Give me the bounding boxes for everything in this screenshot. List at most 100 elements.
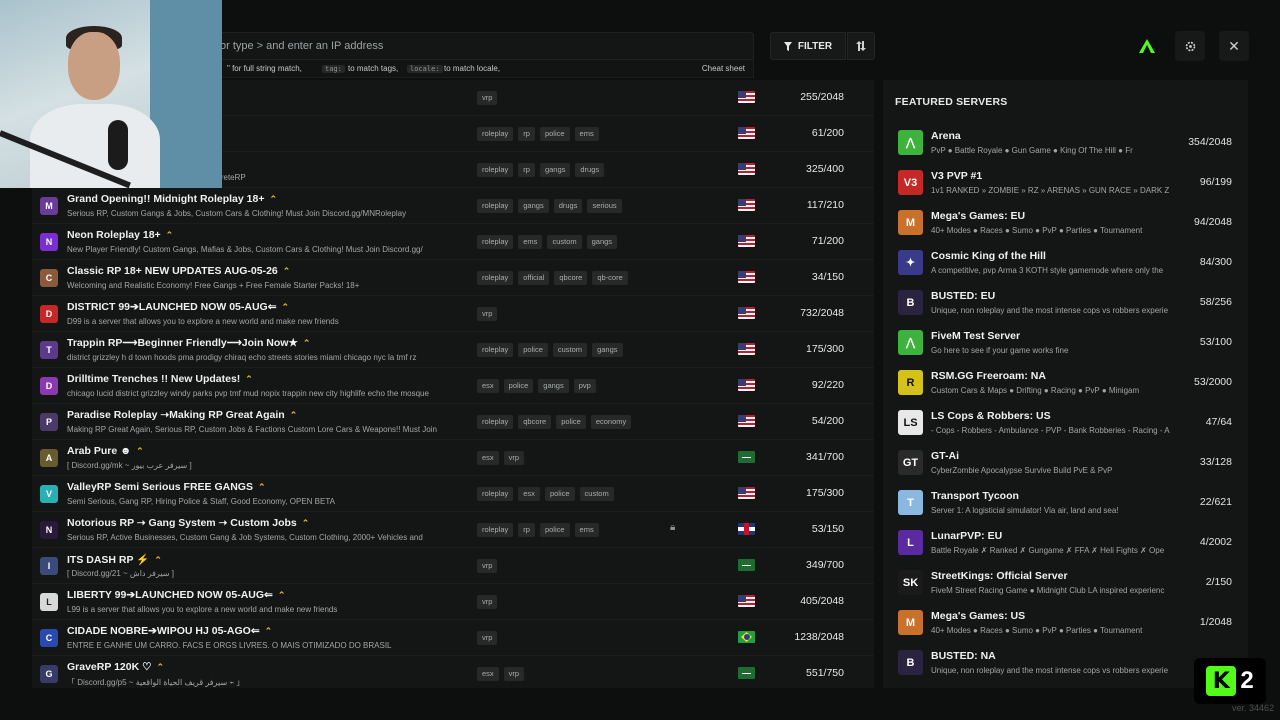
tag-chip[interactable]: rp — [518, 163, 535, 177]
server-row[interactable]: A Arab Pure ☻ ⌃ [ Discord.gg/mk ~ سيرفر عرب… — [32, 440, 874, 476]
tag-chip[interactable]: roleplay — [477, 163, 514, 177]
featured-server-description: CyberZombie Apocalypse Survive Build PvE… — [931, 466, 1113, 475]
lock-icon: 🔒︎ — [670, 522, 676, 533]
featured-server-name: Transport Tycoon — [931, 490, 1019, 502]
tag-chip[interactable]: police — [556, 415, 586, 429]
featured-server-row[interactable]: LS LS Cops & Robbers: US - Cops - Robbers … — [883, 404, 1248, 444]
server-tags: esx vrp — [477, 667, 525, 681]
featured-server-row[interactable]: M Mega's Games: US 40+ Modes ● Races ● Sum… — [883, 604, 1248, 644]
tag-chip[interactable]: economy — [590, 415, 632, 429]
tag-chip[interactable]: drugs — [575, 163, 605, 177]
featured-player-count: 354/2048 — [1188, 136, 1232, 148]
tag-chip[interactable]: roleplay — [477, 271, 514, 285]
filter-button[interactable]: FILTER — [770, 32, 846, 60]
sort-button[interactable] — [847, 32, 875, 60]
tag-chip[interactable]: police — [503, 379, 534, 393]
server-row[interactable]: I ITS DASH RP ⚡ ⌃ [ Discord.gg/21 ~ سيرفر د… — [32, 548, 874, 584]
featured-server-icon: SK — [898, 570, 923, 595]
cheat-sheet-link[interactable]: Cheat sheet — [702, 64, 745, 73]
tag-chip[interactable]: roleplay — [477, 415, 514, 429]
tag-chip[interactable]: serious — [587, 199, 622, 213]
tag-chip[interactable]: esx — [518, 487, 540, 501]
tag-chip[interactable]: vrp — [477, 631, 498, 645]
tag-chip[interactable]: roleplay — [477, 199, 514, 213]
tag-chip[interactable]: roleplay — [477, 523, 514, 537]
server-row[interactable]: C CIDADE NOBRE➔WIPOU HJ 05-AGO⇐ ⌃ ENTRE E G… — [32, 620, 874, 656]
server-row[interactable]: M Grand Opening!! Midnight Roleplay 18+ ⌃ S… — [32, 188, 874, 224]
featured-server-icon: B — [898, 290, 923, 315]
tag-chip[interactable]: rp — [518, 127, 535, 141]
tag-chip[interactable]: gangs — [538, 379, 569, 393]
tag-chip[interactable]: vrp — [477, 307, 498, 321]
tag-chip[interactable]: ems — [574, 127, 599, 141]
gear-icon[interactable] — [1175, 31, 1205, 61]
tag-chip[interactable]: esx — [477, 379, 499, 393]
tag-chip[interactable]: vrp — [503, 451, 525, 465]
tag-chip[interactable]: qbcore — [554, 271, 588, 285]
tag-chip[interactable]: vrp — [503, 667, 525, 681]
tag-chip[interactable]: pvp — [573, 379, 596, 393]
server-row[interactable]: N Notorious RP ➝ Gang System ➝ Custom Job… — [32, 512, 874, 548]
server-tags: roleplay qbcore police economy — [477, 415, 632, 429]
player-count: 54/200 — [811, 415, 844, 427]
tag-chip[interactable]: roleplay — [477, 487, 514, 501]
tag-chip[interactable]: police — [518, 343, 548, 357]
tag-chip[interactable]: custom — [547, 235, 582, 249]
server-tags: vrp — [477, 559, 498, 573]
flag-sa-icon — [738, 559, 755, 571]
server-tags: roleplay police custom gangs — [477, 343, 623, 357]
tag-chip[interactable]: police — [544, 487, 575, 501]
tag-chip[interactable]: gangs — [592, 343, 623, 357]
hint-string-match: " for full string match, — [227, 64, 302, 73]
server-row[interactable]: N Neon Roleplay 18+ ⌃ New Player Friendly! … — [32, 224, 874, 260]
server-row[interactable]: D DISTRICT 99➔LAUNCHED NOW 05-AUG⇐ ⌃ D99 is… — [32, 296, 874, 332]
featured-server-row[interactable]: B BUSTED: EU Unique, non roleplay and the … — [883, 284, 1248, 324]
tag-chip[interactable]: rp — [518, 523, 535, 537]
featured-server-row[interactable]: GT GT-Ai CyberZombie Apocalypse Survive Bu… — [883, 444, 1248, 484]
server-row[interactable]: D Drilltime Trenches !! New Updates! ⌃ chic… — [32, 368, 874, 404]
server-row[interactable]: V ValleyRP Semi Serious FREE GANGS ⌃ Semi S… — [32, 476, 874, 512]
tag-chip[interactable]: custom — [579, 487, 614, 501]
server-row[interactable]: L LIBERTY 99➔LAUNCHED NOW 05-AUG⇐ ⌃ L99 is … — [32, 584, 874, 620]
featured-server-row[interactable]: R RSM.GG Freeroam: NA Custom Cars & Maps ●… — [883, 364, 1248, 404]
featured-server-name: LS Cops & Robbers: US — [931, 410, 1051, 422]
featured-server-name: Mega's Games: US — [931, 610, 1026, 622]
tag-chip[interactable]: vrp — [477, 91, 498, 105]
featured-server-row[interactable]: T Transport Tycoon Server 1: A logisticial… — [883, 484, 1248, 524]
tag-chip[interactable]: gangs — [539, 163, 571, 177]
featured-server-row[interactable]: ⋀ Arena PvP ● Battle Royale ● Gun Game ● K… — [883, 124, 1248, 164]
featured-server-row[interactable]: SK StreetKings: Official Server FiveM Stre… — [883, 564, 1248, 604]
tag-chip[interactable]: roleplay — [477, 127, 514, 141]
featured-server-row[interactable]: ⋀ FiveM Test Server Go here to see if your… — [883, 324, 1248, 364]
featured-server-name: StreetKings: Official Server — [931, 570, 1068, 582]
tag-chip[interactable]: roleplay — [477, 235, 514, 249]
tag-chip[interactable]: vrp — [477, 559, 498, 573]
featured-server-row[interactable]: ✦ Cosmic King of the Hill A competitive, p… — [883, 244, 1248, 284]
tag-chip[interactable]: qb-core — [592, 271, 628, 285]
tag-chip[interactable]: drugs — [553, 199, 583, 213]
server-row[interactable]: P Paradise Roleplay ➝Making RP Great Agai… — [32, 404, 874, 440]
featured-server-name: BUSTED: NA — [931, 650, 996, 662]
tag-chip[interactable]: police — [539, 127, 570, 141]
server-row[interactable]: C Classic RP 18+ NEW UPDATES AUG-05-26 ⌃ We… — [32, 260, 874, 296]
featured-server-row[interactable]: V3 V3 PVP #1 1v1 RANKED » ZOMBIE » RZ » AR… — [883, 164, 1248, 204]
tag-chip[interactable]: ems — [574, 523, 599, 537]
tag-chip[interactable]: ems — [518, 235, 543, 249]
tag-chip[interactable]: esx — [477, 451, 499, 465]
tag-chip[interactable]: esx — [477, 667, 499, 681]
close-button[interactable]: ✕ — [1219, 31, 1249, 61]
tag-chip[interactable]: police — [539, 523, 570, 537]
server-row[interactable]: T Trappin RP⟶Beginner Friendly⟶Join Now★ ⌃… — [32, 332, 874, 368]
tag-chip[interactable]: gangs — [518, 199, 549, 213]
tag-chip[interactable]: roleplay — [477, 343, 514, 357]
featured-server-row[interactable]: M Mega's Games: EU 40+ Modes ● Races ● Sum… — [883, 204, 1248, 244]
tag-chip[interactable]: qbcore — [518, 415, 552, 429]
tag-chip[interactable]: official — [518, 271, 550, 285]
server-row[interactable]: G GraveRP 120K ♡ ⌃ 「 Discord.gg/p5 ~ سيرفر … — [32, 656, 874, 688]
tag-chip[interactable]: gangs — [586, 235, 618, 249]
tag-chip[interactable]: custom — [552, 343, 588, 357]
tag-chip[interactable]: vrp — [477, 595, 498, 609]
featured-server-row[interactable]: L LunarPVP: EU Battle Royale ✗ Ranked ✗ Gu… — [883, 524, 1248, 564]
boost-icon: ⌃ — [136, 446, 144, 456]
fivem-logo-icon[interactable] — [1132, 31, 1162, 61]
